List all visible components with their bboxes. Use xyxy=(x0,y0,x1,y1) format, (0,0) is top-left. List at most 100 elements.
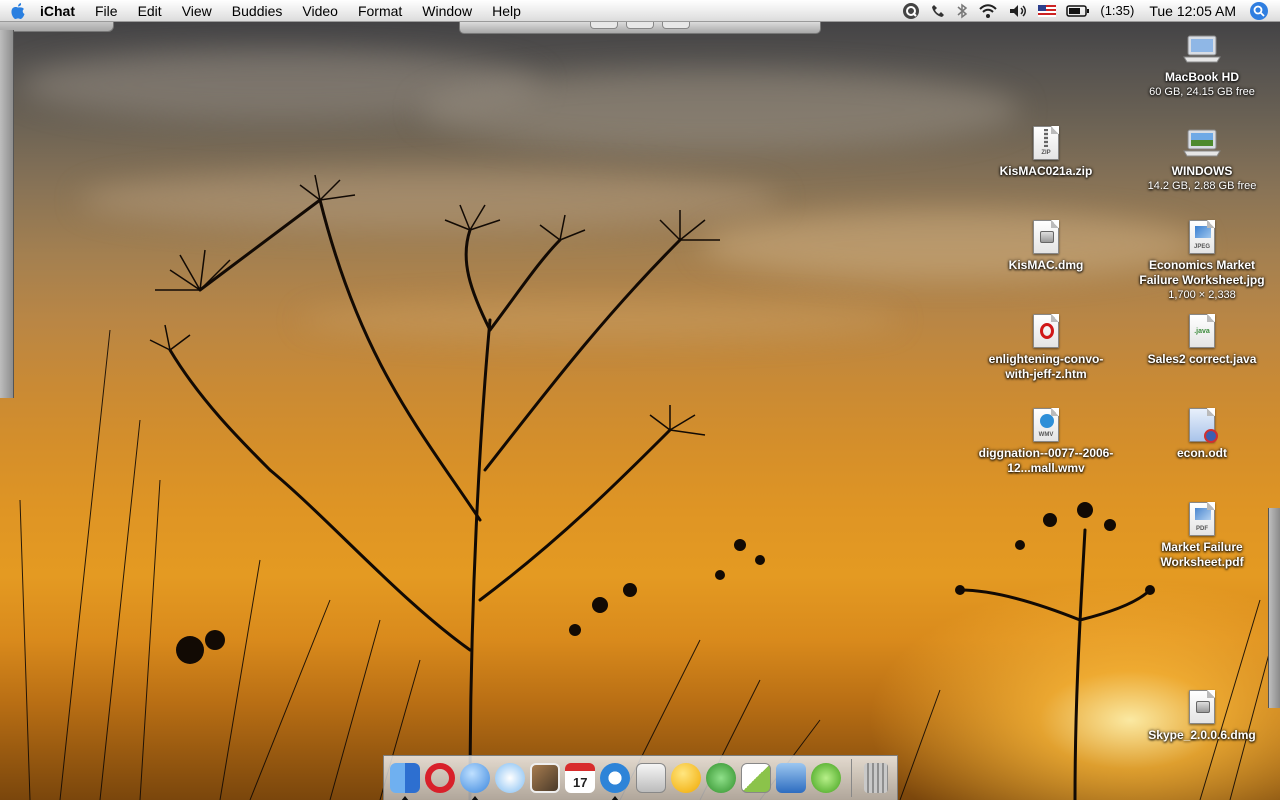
opera-html-file-icon xyxy=(1026,312,1066,350)
trash-icon xyxy=(864,763,889,793)
file-type-tag: ZIP xyxy=(1041,150,1051,156)
desktop-icon-enlightening-htm[interactable]: enlightening-convo-with-jeff-z.htm xyxy=(976,312,1116,382)
desktop-icon-market-failure-pdf[interactable]: PDF Market Failure Worksheet.pdf xyxy=(1132,500,1272,570)
iphoto-icon xyxy=(530,763,561,793)
dock: 17 xyxy=(383,755,898,800)
desktop-icon-economics-jpg[interactable]: JPEG Economics Market Failure Worksheet.… xyxy=(1132,218,1272,302)
messenger-icon xyxy=(705,763,736,793)
app-menu-ichat[interactable]: iChat xyxy=(36,0,85,22)
finder-icon xyxy=(389,763,420,793)
dock-iphoto[interactable] xyxy=(529,759,562,797)
desktop-icon-kismac-zip[interactable]: ZIP KisMAC021a.zip xyxy=(976,124,1116,179)
dock-itunes[interactable] xyxy=(493,759,526,797)
window-segment-button[interactable] xyxy=(590,22,618,29)
spotlight-icon[interactable] xyxy=(1250,1,1268,20)
disk-image-icon xyxy=(1182,688,1222,726)
ichat-icon xyxy=(459,763,490,793)
us-flag-icon[interactable] xyxy=(1033,0,1061,22)
icon-label: Sales2 correct.java xyxy=(1147,352,1257,366)
menu-buddies[interactable]: Buddies xyxy=(222,0,293,22)
dreamweaver-icon xyxy=(811,763,842,793)
file-type-tag: WMV xyxy=(1038,432,1054,438)
ical-icon: 17 xyxy=(565,763,596,793)
dock-ichat[interactable] xyxy=(458,759,491,800)
icon-label: diggnation--0077--2006-12...mall.wmv xyxy=(978,446,1114,475)
jpeg-file-icon: JPEG xyxy=(1182,218,1222,256)
quicktime-icon xyxy=(600,763,631,793)
boot-camp-icon xyxy=(635,763,666,793)
file-type-tag: .java xyxy=(1194,328,1210,335)
window-segment-button[interactable] xyxy=(626,22,654,29)
quicksilver-icon[interactable] xyxy=(897,0,925,22)
java-file-icon: .java xyxy=(1182,312,1222,350)
icon-info: 14.2 GB, 2.88 GB free xyxy=(1147,180,1257,192)
itunes-icon xyxy=(494,763,525,793)
menu-edit[interactable]: Edit xyxy=(128,0,172,22)
desktop-icon-windows[interactable]: WINDOWS 14.2 GB, 2.88 GB free xyxy=(1132,124,1272,193)
dock-quicktime[interactable] xyxy=(599,759,632,800)
apple-menu-icon[interactable] xyxy=(0,0,36,22)
phone-icon[interactable] xyxy=(925,0,951,22)
desktop-icon-sales2-java[interactable]: .java Sales2 correct.java xyxy=(1132,312,1272,367)
window-segment-button[interactable] xyxy=(662,22,690,29)
battery-icon[interactable] xyxy=(1061,0,1095,22)
opera-icon xyxy=(424,763,455,793)
dock-trash[interactable] xyxy=(860,759,893,797)
dock-adium[interactable] xyxy=(669,759,702,797)
menu-window[interactable]: Window xyxy=(412,0,482,22)
background-window-top[interactable] xyxy=(0,22,114,32)
bluetooth-icon[interactable] xyxy=(951,0,973,22)
ichat-window-bottom[interactable] xyxy=(459,22,821,34)
icon-label: KisMAC.dmg xyxy=(1008,258,1084,272)
dock-separator xyxy=(850,759,852,797)
desktop-background xyxy=(0,0,1280,800)
odt-file-icon xyxy=(1182,406,1222,444)
menu-format[interactable]: Format xyxy=(348,0,412,22)
icon-info: 1,700 × 2,338 xyxy=(1168,289,1236,301)
windows-drive-icon xyxy=(1182,124,1222,162)
dock-xcode[interactable] xyxy=(775,759,808,797)
disk-image-icon xyxy=(1026,218,1066,256)
battery-time[interactable]: (1:35) xyxy=(1095,0,1139,22)
icon-label: KisMAC021a.zip xyxy=(999,164,1093,178)
menu-bar: iChat File Edit View Buddies Video Forma… xyxy=(0,0,1280,22)
adium-icon xyxy=(670,763,701,793)
menu-file[interactable]: File xyxy=(85,0,128,22)
desktop-icon-kismac-dmg[interactable]: KisMAC.dmg xyxy=(976,218,1116,273)
zip-file-icon: ZIP xyxy=(1026,124,1066,162)
dock-textedit[interactable] xyxy=(739,759,772,797)
textedit-icon xyxy=(740,763,771,793)
pdf-file-icon: PDF xyxy=(1182,500,1222,538)
file-type-tag: PDF xyxy=(1196,526,1208,532)
background-window-edge[interactable] xyxy=(0,30,14,398)
wifi-icon[interactable] xyxy=(973,0,1003,22)
icon-label: WINDOWS xyxy=(1171,164,1233,178)
file-type-tag: JPEG xyxy=(1193,244,1210,250)
desktop-icon-skype-dmg[interactable]: Skype_2.0.0.6.dmg xyxy=(1132,688,1272,743)
dock-messenger[interactable] xyxy=(704,759,737,797)
icon-info: 60 GB, 24.15 GB free xyxy=(1149,86,1255,98)
dock-dreamweaver[interactable] xyxy=(810,759,843,797)
running-indicator xyxy=(470,796,479,800)
volume-icon[interactable] xyxy=(1003,0,1033,22)
icon-label: Economics Market Failure Worksheet.jpg xyxy=(1139,258,1265,287)
icon-label: enlightening-convo-with-jeff-z.htm xyxy=(988,352,1104,381)
icon-label: Market Failure Worksheet.pdf xyxy=(1160,540,1244,569)
plant-silhouettes xyxy=(19,174,1271,800)
wmv-file-icon: WMV xyxy=(1026,406,1066,444)
dock-finder[interactable] xyxy=(388,759,421,800)
menu-video[interactable]: Video xyxy=(292,0,348,22)
dock-boot-camp[interactable] xyxy=(634,759,667,797)
desktop-icon-diggnation-wmv[interactable]: WMV diggnation--0077--2006-12...mall.wmv xyxy=(976,406,1116,476)
dock-ical[interactable]: 17 xyxy=(564,759,597,797)
dock-opera[interactable] xyxy=(423,759,456,797)
menu-clock[interactable]: Tue 12:05 AM xyxy=(1139,3,1250,19)
running-indicator xyxy=(400,796,409,800)
desktop-icon-macbook-hd[interactable]: MacBook HD 60 GB, 24.15 GB free xyxy=(1132,30,1272,99)
laptop-drive-icon xyxy=(1182,30,1222,68)
menu-help[interactable]: Help xyxy=(482,0,531,22)
menu-view[interactable]: View xyxy=(172,0,222,22)
running-indicator xyxy=(611,796,620,800)
desktop-icon-econ-odt[interactable]: econ.odt xyxy=(1132,406,1272,461)
xcode-icon xyxy=(776,763,807,793)
